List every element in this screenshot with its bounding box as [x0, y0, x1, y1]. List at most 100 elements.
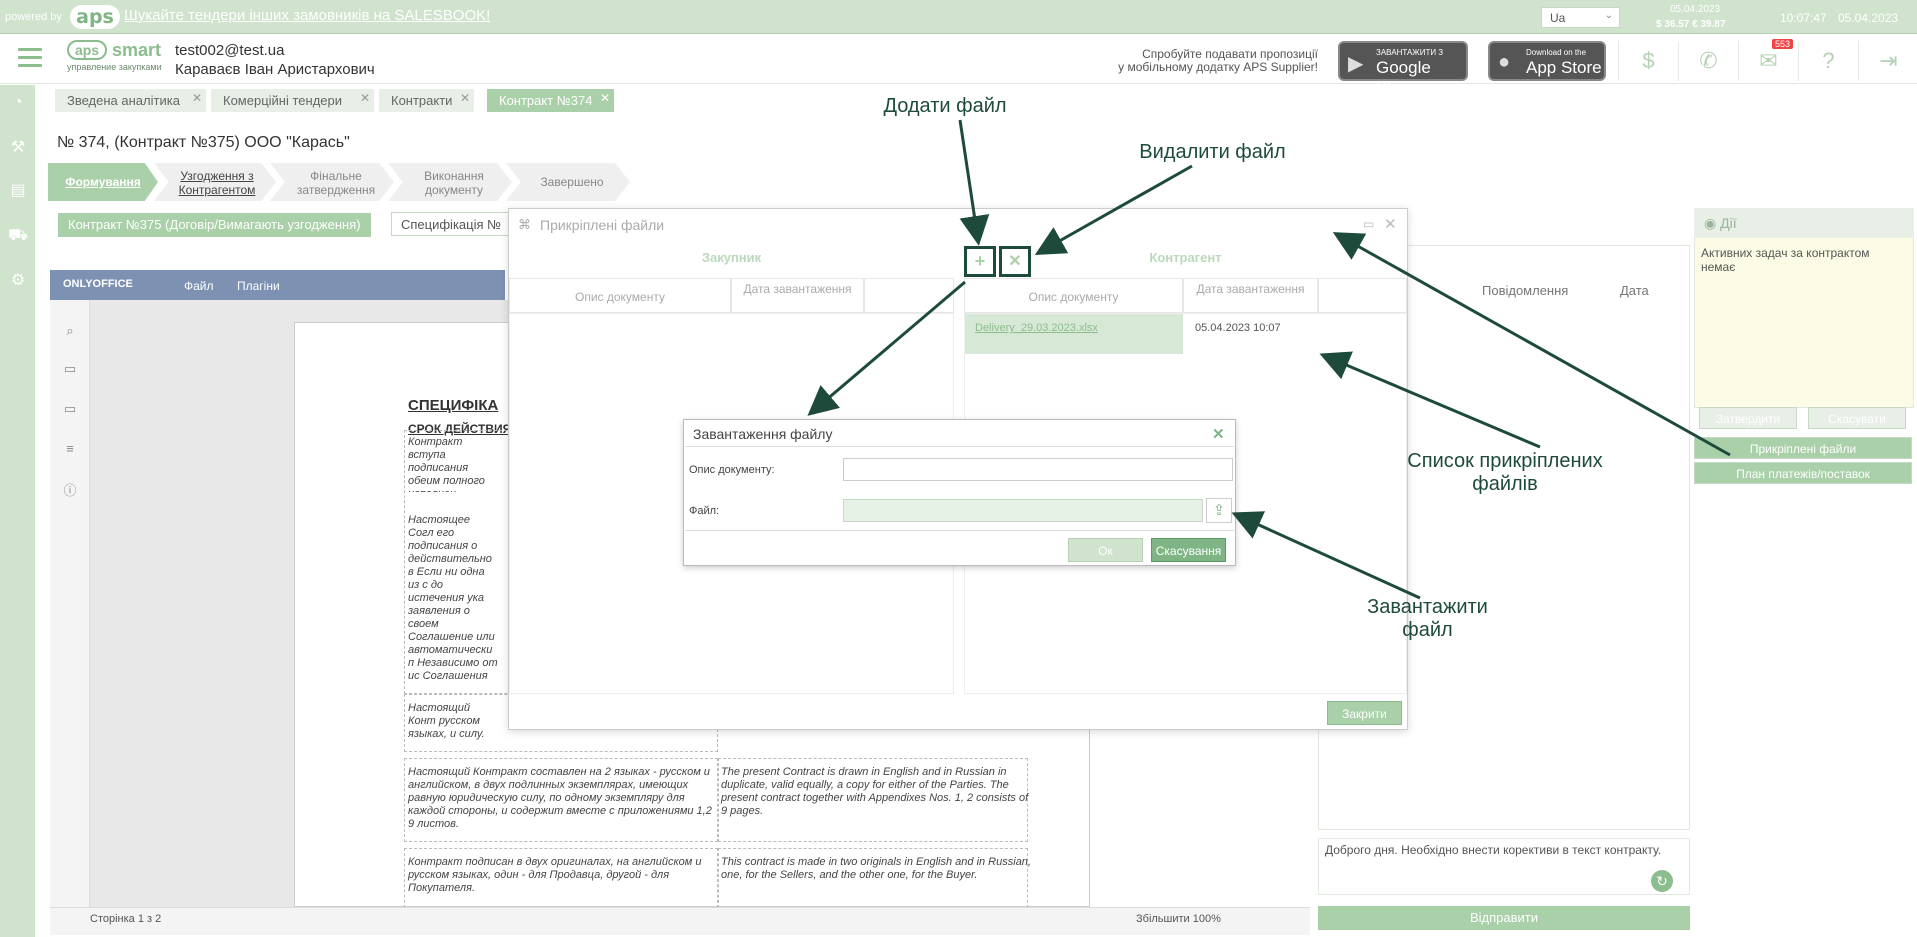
search-icon[interactable]: ⌕	[61, 323, 79, 341]
tab-label: Контракт №374	[499, 93, 593, 108]
paperclip-icon: ⌘	[518, 217, 531, 232]
close-icon[interactable]: ✕	[192, 91, 202, 105]
cancel-actions-button[interactable]: Скасувати	[1808, 407, 1906, 429]
payment-plan-button[interactable]: План платежів/поставок	[1694, 462, 1912, 484]
close-icon[interactable]: ✕	[1384, 215, 1397, 233]
description-label: Опис документу:	[689, 464, 775, 476]
table-header: Опис документу	[964, 278, 1183, 313]
zoom-control[interactable]: Збільшити 100%	[1136, 913, 1221, 925]
close-icon[interactable]: ✕	[460, 91, 470, 105]
buyer-column-title: Закупник	[701, 250, 762, 265]
user-email: test002@test.ua	[175, 42, 285, 59]
app-store-big: App Store	[1526, 58, 1602, 77]
dialog-title: Завантаження файлу	[693, 426, 833, 442]
table-header	[1318, 278, 1407, 313]
aps-logo[interactable]: aps	[70, 5, 120, 29]
description-input[interactable]	[843, 458, 1233, 481]
language-select[interactable]: Ua ⌄	[1541, 7, 1620, 28]
cancel-button[interactable]: Скасування	[1151, 538, 1226, 562]
powered-by-label: powered by	[5, 11, 62, 23]
stage-forming[interactable]: Формування	[48, 163, 158, 201]
file-input[interactable]	[843, 499, 1203, 522]
phone-icon[interactable]: ✆	[1678, 41, 1738, 81]
current-date: 05.04.2023	[1838, 11, 1899, 25]
rate-date: 05.04.2023	[1669, 4, 1721, 15]
send-button[interactable]: Відправити	[1318, 906, 1690, 930]
maximize-icon[interactable]: ▭	[1363, 217, 1374, 231]
actions-empty-text: Активних задач за контрактом немає	[1701, 246, 1870, 274]
stage-completed[interactable]: Завершено	[506, 163, 630, 201]
close-icon[interactable]: ✕	[360, 91, 370, 105]
paragraph: Контракт вступа подписания обеим полного…	[408, 436, 485, 492]
approve-button[interactable]: Затвердити	[1699, 407, 1797, 429]
tab-label: Контракти	[391, 93, 453, 108]
currency-rates: $ 36.57 € 39.87	[1656, 19, 1726, 30]
file-row[interactable]	[965, 314, 1183, 354]
annotation-add-file: Додати файл	[883, 95, 1007, 117]
dollar-icon[interactable]: $	[1618, 41, 1678, 81]
left-sidebar	[0, 85, 35, 937]
contract-tag[interactable]: Контракт №375 (Договір/Вимагають узгодже…	[58, 213, 371, 237]
close-icon[interactable]: ✕	[1212, 425, 1225, 443]
divider	[685, 446, 1234, 447]
annotation-upload-file: Завантажити файл	[1367, 596, 1488, 641]
menu-file[interactable]: Файл	[184, 279, 214, 293]
document-icon[interactable]: ▤	[8, 180, 28, 200]
table-header: Дата завантаження	[731, 278, 864, 313]
hammer-icon[interactable]: ⚒	[8, 137, 28, 157]
stage-approval-contractor[interactable]: Узгодження з Контрагентом	[154, 163, 276, 201]
tab-summary-analytics[interactable]: Зведена аналітика ✕	[55, 89, 206, 112]
menu-plugins[interactable]: Плагіни	[237, 279, 280, 293]
menu-icon[interactable]	[18, 48, 42, 67]
tab-commercial-tenders[interactable]: Комерційні тендери ✕	[211, 89, 374, 112]
editor-statusbar	[50, 907, 1310, 935]
salesbook-promo-link[interactable]: Шукайте тендери інших замовників на SALE…	[124, 7, 490, 24]
table-header: Дата завантаження	[1183, 278, 1318, 313]
divider	[685, 530, 1234, 531]
truck-icon[interactable]: ⛟	[8, 226, 28, 246]
refresh-icon[interactable]: ↻	[1651, 870, 1673, 892]
google-play-small: ЗАВАНТАЖИТИ З	[1376, 48, 1444, 57]
logo-smart-text: smart	[112, 40, 162, 60]
chat-icon[interactable]: ▭	[61, 401, 79, 419]
column-header: Дата	[1620, 283, 1649, 298]
analytics-icon[interactable]: ◔	[8, 94, 28, 114]
logout-icon[interactable]: ⇥	[1858, 41, 1917, 81]
tab-contracts[interactable]: Контракти ✕	[379, 89, 474, 112]
language-value: Ua	[1550, 11, 1566, 25]
google-play-button[interactable]: ▶ ЗАВАНТАЖИТИ З Google Play	[1338, 41, 1468, 97]
help-icon[interactable]: ?	[1798, 41, 1858, 81]
attached-files-button[interactable]: Прикріплені файли	[1694, 437, 1912, 459]
logo-subtitle: управление закупками	[67, 62, 162, 72]
ok-button[interactable]: Ок	[1068, 538, 1143, 562]
message-input[interactable]: Доброго дня. Необхідно внести корективи …	[1318, 838, 1690, 895]
delete-file-button[interactable]: ✕	[999, 246, 1031, 277]
annotation-delete-file: Видалити файл	[1139, 141, 1286, 163]
file-link[interactable]: Delivery_29.03.2023.xlsx	[975, 322, 1098, 334]
add-file-button[interactable]: +	[964, 246, 996, 277]
info-icon[interactable]: ⓘ	[61, 480, 79, 498]
app-store-button[interactable]: ● Download on the App Store	[1488, 41, 1606, 81]
current-time: 10:07:47	[1780, 11, 1827, 25]
comment-icon[interactable]: ▭	[61, 361, 79, 379]
close-icon[interactable]: ✕	[600, 91, 610, 105]
specification-tag[interactable]: Специфікація №	[391, 212, 511, 236]
upload-icon[interactable]: ⇪	[1206, 498, 1232, 523]
paragraph-en: The present Contract is drawn in English…	[721, 766, 1029, 817]
paragraph: Настоящий Конт русском языках, и силу.	[408, 702, 485, 740]
paragraph-en: This contract is made in two originals i…	[721, 856, 1031, 881]
settings-icon[interactable]: ⚙	[8, 270, 28, 290]
chevron-icon[interactable]: ◉	[1704, 215, 1720, 231]
page-indicator: Сторінка 1 з 2	[90, 913, 162, 925]
navigation-icon[interactable]: ≡	[61, 441, 79, 459]
play-icon: ▶	[1348, 53, 1364, 75]
stage-final-approval[interactable]: Фінальне затвердження	[270, 163, 394, 201]
table-header	[864, 278, 954, 313]
editor-left-panel	[50, 300, 90, 907]
stage-execution[interactable]: Виконання документу	[388, 163, 512, 201]
close-button[interactable]: Закрити	[1327, 701, 1402, 725]
chevron-down-icon: ⌄	[1604, 10, 1613, 21]
file-upload-date: 05.04.2023 10:07	[1195, 322, 1281, 334]
tab-contract-374[interactable]: Контракт №374 ✕	[487, 89, 614, 112]
spec-heading: СПЕЦИФІКА	[408, 397, 499, 414]
